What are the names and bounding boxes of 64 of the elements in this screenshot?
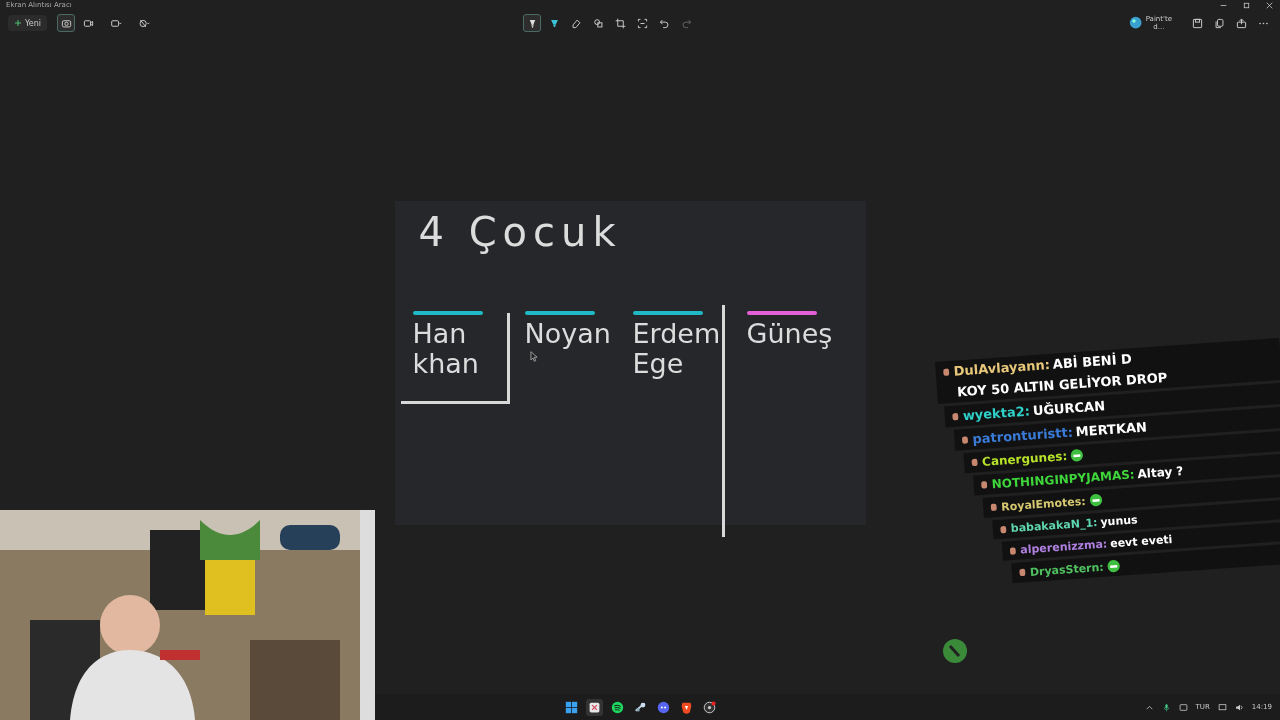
chat-username: Canergunes: <box>981 449 1068 469</box>
emote-icon <box>1106 558 1122 574</box>
handwritten-name: Güneş <box>746 319 833 349</box>
chat-username: alperenizzma: <box>1019 537 1108 557</box>
chat-text: ABİ BENİ D <box>1052 351 1133 372</box>
chat-username: wyekta2: <box>962 403 1031 424</box>
badge-icon <box>979 479 990 491</box>
restore-icon[interactable] <box>1242 0 1251 10</box>
badge-icon <box>941 366 952 378</box>
chat-text: Altay ? <box>1137 463 1184 482</box>
plus-icon <box>14 19 22 27</box>
chat-username: babakakaN_1: <box>1010 516 1098 536</box>
pen-tool-button[interactable] <box>523 14 542 32</box>
chat-username: RoyalEmotes: <box>1000 494 1087 514</box>
highlighter-icon <box>548 17 560 29</box>
video-icon <box>82 17 94 29</box>
handwritten-name: Han <box>412 319 467 349</box>
emote-icon <box>1088 492 1104 508</box>
handwritten-name: Noyan <box>524 319 611 349</box>
text-scan-icon <box>636 17 648 29</box>
save-icon <box>1191 17 1203 29</box>
timer-off-icon <box>138 17 150 29</box>
rectangle-icon <box>110 17 122 29</box>
crop-icon <box>614 17 626 29</box>
badge-icon <box>998 523 1009 535</box>
taskbar-app-button[interactable] <box>701 698 718 716</box>
handwritten-name: Erdem <box>632 319 721 349</box>
chat-username: DulAvlayann: <box>953 357 1051 379</box>
chat-text: UĞURCAN <box>1032 398 1106 419</box>
display-icon <box>1178 702 1188 712</box>
discord-icon <box>657 700 670 714</box>
chat-username: patronturistt: <box>971 424 1074 447</box>
share-icon <box>1235 17 1247 29</box>
chat-text: eevt eveti <box>1109 532 1173 551</box>
badge-icon <box>988 501 999 513</box>
record-icon <box>703 700 716 714</box>
pointer-icon <box>529 351 538 362</box>
badge-icon <box>1008 545 1018 556</box>
badge-icon <box>969 457 980 468</box>
handwritten-title: 4 Çocuk <box>418 209 622 255</box>
chat-text: MERTKAN <box>1075 419 1148 440</box>
badge-icon <box>1017 567 1028 578</box>
handwritten-name: Ege <box>632 348 684 379</box>
microphone-icon <box>1161 702 1171 712</box>
music-app-icon <box>611 700 624 714</box>
volume-icon <box>1234 702 1244 712</box>
close-icon[interactable] <box>1265 0 1274 10</box>
new-button[interactable]: Yeni <box>8 15 48 31</box>
badge-icon <box>950 410 961 422</box>
chat-text: yunus <box>1100 513 1138 529</box>
undo-icon <box>658 17 670 29</box>
badge-icon <box>960 434 970 445</box>
redo-icon <box>680 17 692 29</box>
camera-icon <box>60 17 72 29</box>
eraser-icon <box>570 17 582 29</box>
chat-username: DryasStern: <box>1029 560 1105 579</box>
copy-icon <box>1213 17 1225 29</box>
chat-username: NOTHINGINPYJAMAS: <box>991 467 1136 492</box>
shapes-icon <box>592 17 604 29</box>
camera-tool-button[interactable] <box>57 14 76 32</box>
emote-icon <box>1069 447 1085 463</box>
handwritten-name: khan <box>412 348 479 379</box>
windows-icon <box>565 700 578 714</box>
palette-icon <box>1129 16 1143 30</box>
